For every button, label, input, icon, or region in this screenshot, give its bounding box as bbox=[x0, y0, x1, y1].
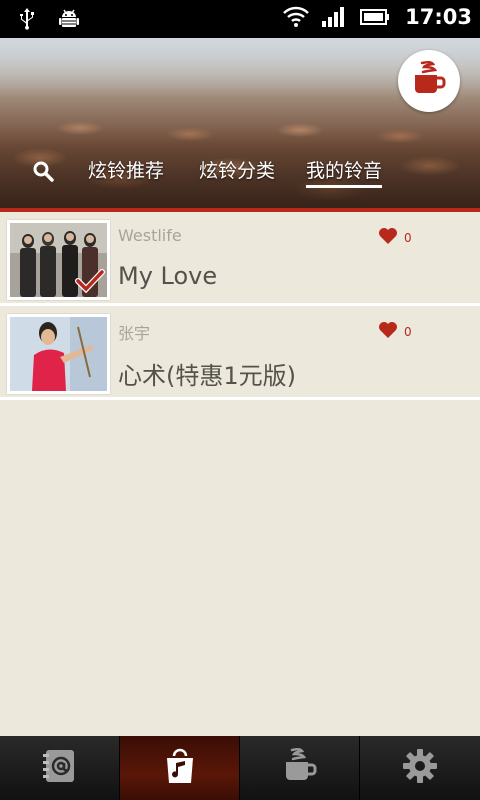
gear-icon bbox=[400, 746, 440, 790]
shopping-bag-music-icon bbox=[160, 746, 200, 790]
nav-ringtone-store[interactable] bbox=[120, 736, 240, 800]
battery-icon bbox=[359, 4, 391, 30]
song-artist: Westlife bbox=[118, 226, 182, 245]
song-title: My Love bbox=[118, 262, 218, 290]
heart-icon bbox=[378, 227, 398, 248]
tab-bar: 炫铃推荐 炫铃分类 我的铃音 bbox=[0, 156, 480, 192]
contacts-icon bbox=[40, 746, 80, 790]
song-title: 心术(特惠1元版) bbox=[118, 362, 296, 390]
tab-my-ringtones[interactable]: 我的铃音 bbox=[306, 156, 383, 188]
bottom-nav bbox=[0, 736, 480, 800]
like-button[interactable]: 0 bbox=[378, 227, 412, 248]
app-logo-button[interactable] bbox=[398, 50, 460, 112]
android-debug-icon bbox=[56, 6, 82, 32]
status-bar: 17:03 bbox=[0, 0, 480, 38]
album-thumbnail bbox=[7, 220, 110, 300]
tab-recommended[interactable]: 炫铃推荐 bbox=[88, 156, 164, 183]
ringtone-list: Westlife My Love 0 张宇 心术(特惠1元版) 0 bbox=[0, 212, 480, 400]
like-count: 0 bbox=[404, 324, 412, 339]
nav-contacts[interactable] bbox=[0, 736, 120, 800]
signal-icon bbox=[321, 4, 347, 30]
coffee-cup-icon bbox=[409, 59, 449, 103]
song-artist: 张宇 bbox=[118, 324, 151, 343]
list-item[interactable]: Westlife My Love 0 bbox=[0, 212, 480, 306]
coffee-cup-icon bbox=[280, 746, 320, 790]
tab-categories[interactable]: 炫铃分类 bbox=[199, 156, 275, 183]
nav-settings[interactable] bbox=[360, 736, 480, 800]
artist-photo-icon bbox=[10, 317, 107, 391]
like-count: 0 bbox=[404, 230, 412, 245]
usb-icon bbox=[14, 6, 40, 32]
album-thumbnail bbox=[7, 314, 110, 394]
header-banner: 炫铃推荐 炫铃分类 我的铃音 bbox=[0, 38, 480, 210]
status-clock: 17:03 bbox=[405, 5, 472, 29]
nav-coffee[interactable] bbox=[240, 736, 360, 800]
heart-icon bbox=[378, 321, 398, 342]
list-item[interactable]: 张宇 心术(特惠1元版) 0 bbox=[0, 306, 480, 400]
checkmark-icon bbox=[75, 269, 105, 297]
wifi-icon bbox=[283, 4, 310, 30]
like-button[interactable]: 0 bbox=[378, 321, 412, 342]
